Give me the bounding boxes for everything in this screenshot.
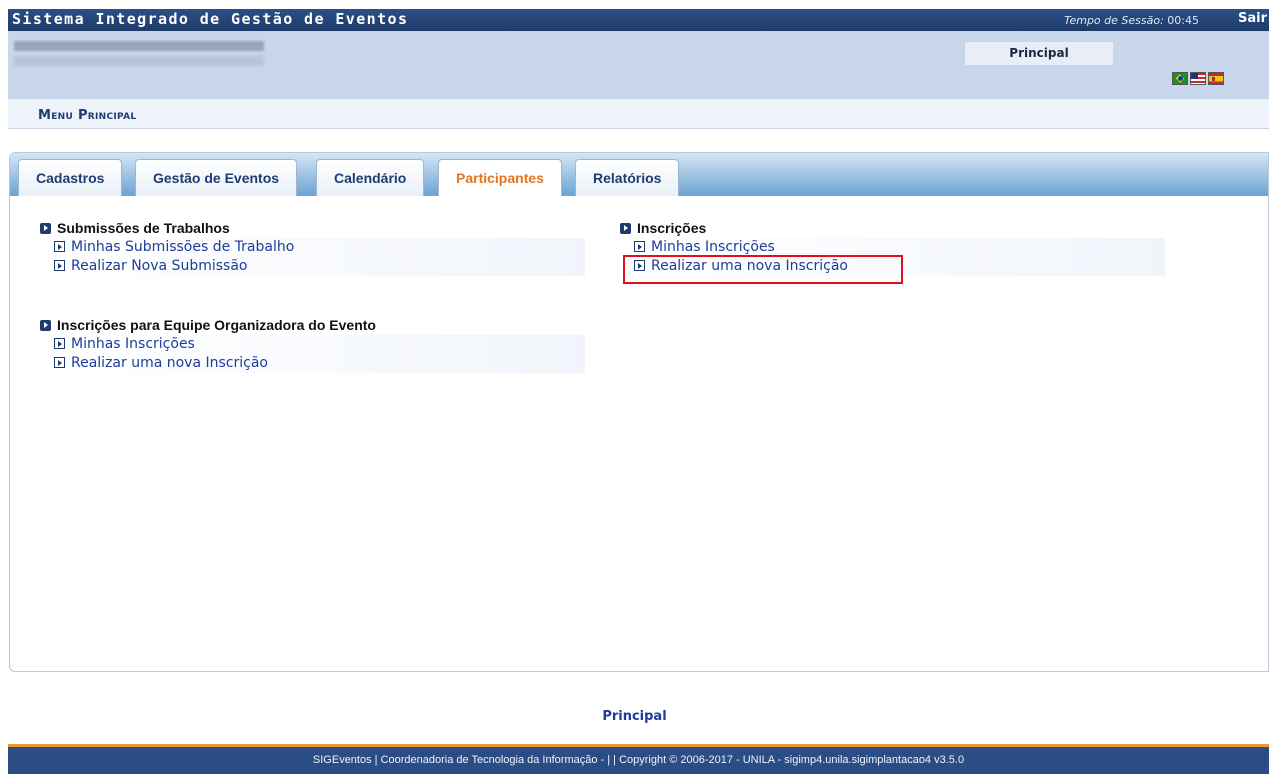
tab-gestao-de-eventos[interactable]: Gestão de Eventos: [135, 159, 298, 196]
menu-principal-title: Menu Principal: [38, 108, 137, 123]
footer-bar: SIGEventos | Coordenadoria de Tecnologia…: [8, 744, 1269, 774]
link-equipe-minhas-inscricoes[interactable]: Minhas Inscrições: [40, 335, 585, 354]
redacted-user-detail: [14, 56, 264, 66]
section-equipe-organizadora: Inscrições para Equipe Organizadora do E…: [40, 316, 585, 373]
highlight-box: [623, 255, 903, 284]
session-timer: Tempo de Sessão: 00:45: [1064, 14, 1199, 27]
tab-calendario[interactable]: Calendário: [316, 159, 425, 196]
principal-button[interactable]: Principal: [965, 42, 1113, 65]
spain-flag-icon[interactable]: [1208, 72, 1224, 85]
section-submissoes: Submissões de Trabalhos Minhas Submissõe…: [40, 219, 585, 276]
link-arrow-icon: [54, 260, 65, 271]
copyright-text: SIGEventos | Coordenadoria de Tecnologia…: [312, 754, 965, 766]
footer-principal-link[interactable]: Principal: [0, 709, 1269, 724]
section-arrow-icon: [620, 223, 631, 234]
redacted-user-name: [14, 41, 264, 51]
link-arrow-icon: [54, 357, 65, 368]
section-title: Inscrições para Equipe Organizadora do E…: [40, 316, 585, 335]
section-arrow-icon: [40, 320, 51, 331]
system-title: Sistema Integrado de Gestão de Eventos: [12, 10, 409, 28]
tab-strip: Cadastros Gestão de Eventos Calendário P…: [10, 153, 1268, 196]
link-realizar-nova-submissao[interactable]: Realizar Nova Submissão: [40, 257, 585, 276]
link-arrow-icon: [54, 241, 65, 252]
tab-cadastros[interactable]: Cadastros: [18, 159, 123, 196]
logout-link[interactable]: Sair: [1238, 11, 1267, 26]
usa-flag-icon[interactable]: [1190, 72, 1206, 85]
section-title: Submissões de Trabalhos: [40, 219, 585, 238]
link-equipe-realizar-nova-inscricao[interactable]: Realizar uma nova Inscrição: [40, 354, 585, 373]
tab-relatorios[interactable]: Relatórios: [575, 159, 680, 196]
menu-bar: Menu Principal: [8, 99, 1269, 129]
tab-participantes[interactable]: Participantes: [438, 159, 562, 196]
section-title: Inscrições: [620, 219, 1165, 238]
link-arrow-icon: [634, 241, 645, 252]
link-arrow-icon: [54, 338, 65, 349]
link-minhas-submissoes[interactable]: Minhas Submissões de Trabalho: [40, 238, 585, 257]
section-arrow-icon: [40, 223, 51, 234]
top-bar: Sistema Integrado de Gestão de Eventos T…: [8, 9, 1269, 31]
session-time: 00:45: [1167, 14, 1199, 27]
brazil-flag-icon[interactable]: [1172, 72, 1188, 85]
session-label: Tempo de Sessão:: [1064, 14, 1164, 27]
user-info-bar: Principal: [8, 31, 1269, 99]
